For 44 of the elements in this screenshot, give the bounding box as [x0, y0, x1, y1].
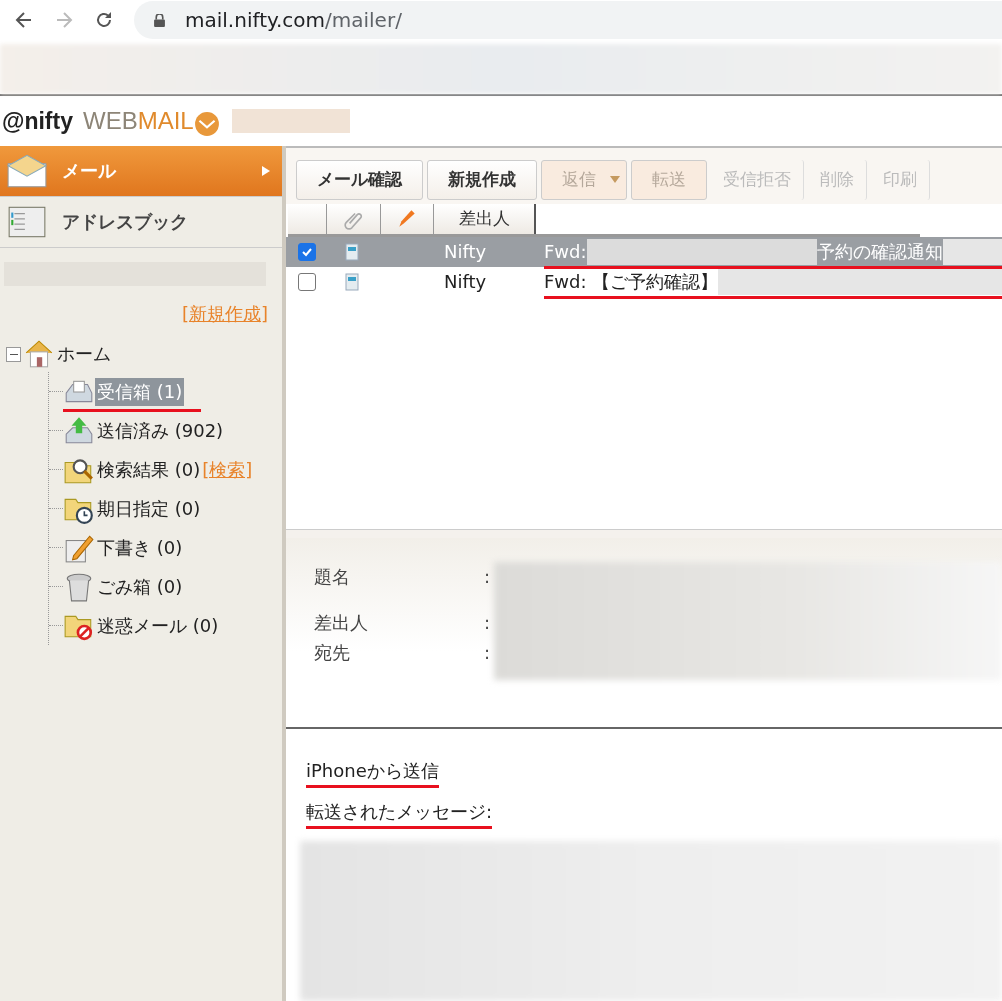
url-host: mail.nifty.com — [185, 8, 326, 32]
message-icon — [345, 272, 359, 291]
caret-icon — [610, 176, 620, 184]
field-label: 宛先 — [314, 640, 350, 665]
folder-item[interactable]: 送信済み (902) — [95, 416, 226, 445]
field-label: 題名 — [314, 564, 350, 589]
field-separator: : — [483, 642, 490, 664]
nav-tab[interactable]: アドレスブック — [0, 197, 282, 248]
logo-at: @nifty — [2, 107, 73, 135]
logo-mail: MAIL — [137, 107, 194, 135]
subject-text: Fwd: — [544, 241, 587, 263]
url-path: /mailer/ — [325, 8, 402, 32]
field-separator: : — [483, 612, 490, 634]
back-icon[interactable] — [14, 10, 34, 30]
sender-cell-text: Nifty — [444, 271, 488, 293]
checkbox[interactable] — [298, 242, 316, 261]
redacted-text — [942, 238, 1002, 265]
folder-item[interactable]: 検索結果 (0) — [95, 455, 203, 484]
body-text: 転送されたメッセージ: — [306, 800, 493, 824]
tree-item[interactable]: ホーム — [55, 340, 113, 368]
toolbar-button[interactable]: 新規作成 — [427, 159, 537, 200]
lock-icon — [154, 13, 165, 27]
subject-text: 予約の確認通知 — [816, 239, 943, 264]
field-separator: : — [483, 566, 490, 588]
reload-icon[interactable] — [94, 10, 114, 30]
body-text: iPhoneから送信 — [306, 759, 439, 783]
message-icon — [345, 242, 359, 261]
house-icon — [23, 338, 55, 370]
folder-item[interactable]: 迷惑メール (0) — [95, 611, 221, 640]
folder-item[interactable]: 下書き (0) — [95, 533, 185, 562]
field-label: 差出人 — [314, 610, 368, 635]
address-bar[interactable]: mail.nifty.com/mailer/ — [134, 1, 1002, 39]
pencil-icon — [396, 207, 418, 230]
checkbox[interactable] — [298, 272, 316, 291]
logo-web: WEB — [83, 107, 138, 135]
subject-text: Fwd: 【ご予約確認】 — [544, 269, 719, 294]
arrow-icon — [262, 166, 270, 176]
address-book-icon — [6, 204, 48, 240]
message-row[interactable]: Nifty Fwd: 【ご予約確認】 — [286, 266, 1002, 297]
folder-item[interactable]: 期日指定 (0) — [95, 494, 203, 523]
sender-cell-text: Nifty — [444, 241, 488, 263]
collapse-toggle[interactable] — [6, 346, 21, 362]
folder-item[interactable]: ごみ箱 (0) — [95, 572, 185, 601]
toolbar-button[interactable]: メール確認 — [296, 159, 423, 200]
